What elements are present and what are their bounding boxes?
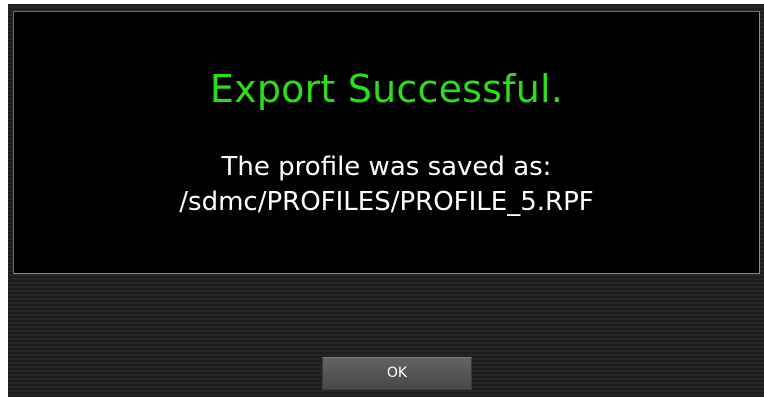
- saved-file-path: /sdmc/PROFILES/PROFILE_5.RPF: [179, 187, 594, 217]
- ok-button[interactable]: OK: [322, 357, 472, 390]
- message-panel: Export Successful. The profile was saved…: [13, 11, 760, 274]
- export-dialog: Export Successful. The profile was saved…: [8, 4, 764, 397]
- dialog-title: Export Successful.: [209, 67, 564, 111]
- screen: Export Successful. The profile was saved…: [0, 0, 764, 397]
- message-line-1: The profile was saved as:: [221, 152, 552, 182]
